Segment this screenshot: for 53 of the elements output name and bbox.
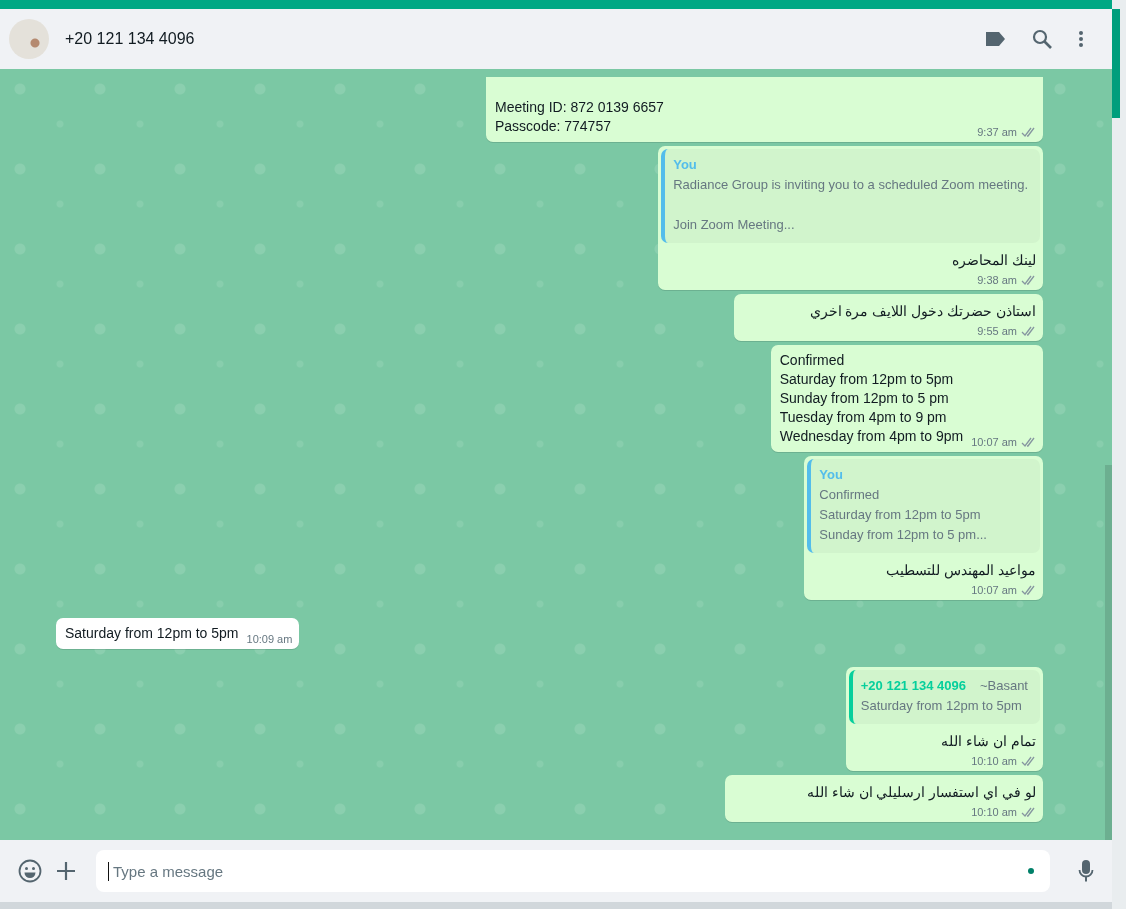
quote-author: You (673, 156, 697, 174)
message-text: Passcode: 774757 (495, 117, 612, 136)
double-check-icon (1021, 807, 1036, 817)
status-dot-icon (1028, 868, 1034, 874)
message-text: Confirmed (779, 351, 846, 370)
message-time: 10:07 am (971, 584, 1017, 596)
double-check-icon (1021, 326, 1036, 336)
message-text: Sunday from 12pm to 5 pm (779, 389, 950, 408)
double-check-icon (1021, 756, 1036, 766)
quote-text: Radiance Group is inviting you to a scheduled Zoom meeting. (673, 176, 1028, 194)
contact-name[interactable]: +20 121 134 4096 (65, 30, 968, 48)
message-text: لو في اي استفسار ارسليلي ان شاء الله (805, 783, 1036, 802)
quote-text: Confirmed (819, 486, 881, 504)
quote-author: +20 121 134 4096 (860, 677, 966, 695)
message-text: لينك المحاضره (951, 251, 1036, 270)
message-text: Tuesday from 4pm to 9 pm (779, 408, 948, 427)
quote-text: Join Zoom Meeting... (673, 216, 796, 234)
double-check-icon (1021, 585, 1036, 595)
quoted-message[interactable]: You Radiance Group is inviting you to a scheduled Zoom meeting. Join Zoom Meeting... (661, 149, 1040, 243)
quoted-message[interactable]: +20 121 134 4096 ~Basant Saturday from 12pm to 5pm (848, 670, 1040, 724)
microphone-icon[interactable] (1078, 859, 1094, 883)
message-text: Wednesday from 4pm to 9pm (779, 427, 964, 446)
message-time: 9:37 am (977, 126, 1017, 138)
double-check-icon (1021, 127, 1036, 137)
sender-alias: ~Basant (979, 677, 1028, 695)
menu-icon[interactable] (1078, 30, 1084, 48)
message-box[interactable]: Type a message (96, 850, 1050, 892)
double-check-icon (1021, 275, 1036, 285)
message-time: 10:10 am (971, 755, 1017, 767)
message-text: Meeting ID: 872 0139 6657 (495, 98, 664, 117)
scrollbar-thumb[interactable] (1112, 9, 1120, 118)
message-time: 10:10 am (971, 806, 1017, 818)
quote-text: Sunday from 12pm to 5 pm... (819, 526, 988, 544)
message-time: 10:09 am (246, 633, 293, 645)
quote-author: You (819, 466, 843, 484)
emoji-icon[interactable] (18, 859, 42, 883)
message-text: تمام ان شاء الله (940, 732, 1036, 751)
message-time: 9:38 am (977, 274, 1017, 286)
message-time: 10:07 am (971, 436, 1017, 448)
double-check-icon (1021, 437, 1036, 447)
quote-text: Saturday from 12pm to 5pm (819, 506, 982, 524)
message-text: مواعيد المهندس للتسطيب (885, 561, 1036, 580)
search-icon[interactable] (1032, 29, 1052, 49)
plus-icon[interactable] (56, 861, 76, 881)
message-text: Saturday from 12pm to 5pm (779, 370, 955, 389)
message-text: استاذن حضرتك دخول اللايف مرة اخري (808, 302, 1036, 321)
message-time: 9:55 am (977, 325, 1017, 337)
message-text: Saturday from 12pm to 5pm (65, 624, 239, 643)
quoted-message[interactable]: You Confirmed Saturday from 12pm to 5pm Sunday from 12pm to 5 pm... (807, 459, 1040, 553)
contact-avatar[interactable] (9, 19, 49, 59)
label-icon[interactable] (984, 31, 1006, 47)
quote-text: Saturday from 12pm to 5pm (860, 697, 1023, 715)
scrollbar-thumb[interactable] (1105, 465, 1112, 840)
